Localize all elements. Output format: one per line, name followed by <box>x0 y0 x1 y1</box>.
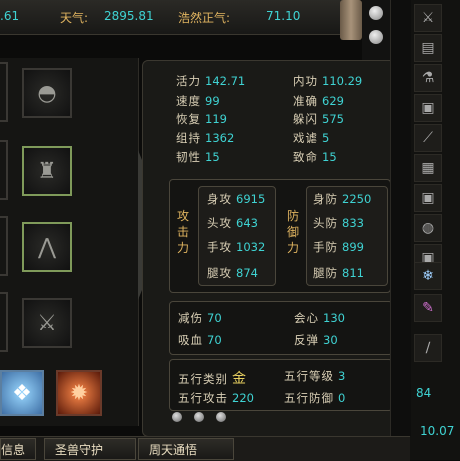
tab-holy-beast[interactable]: 圣兽守护 <box>44 438 136 460</box>
stat-row: 组持 1362 <box>176 131 235 145</box>
attack-row: 身攻 6915 <box>207 192 266 206</box>
inventory-item[interactable]: ▦ <box>414 154 442 182</box>
flame-icon: ✹ <box>69 380 89 406</box>
attack-row: 头攻 643 <box>207 216 258 230</box>
attack-row: 手攻 1032 <box>207 240 266 254</box>
staff-icon: ∕ <box>425 340 431 356</box>
stat-row: 速度 99 <box>176 94 220 108</box>
element-row: 五行攻击 220 <box>178 391 254 405</box>
right-value-2: 10.07 <box>420 424 455 438</box>
scroll-track[interactable] <box>390 0 411 436</box>
tab-zhoutian[interactable]: 周天通悟 <box>138 438 234 460</box>
pants-icon: ⋀ <box>37 234 57 260</box>
defense-subpanel: 身防 2250 头防 833 手防 899 腿防 811 <box>306 186 388 286</box>
tianqi-value: 2895.81 <box>104 9 154 23</box>
inventory-item[interactable]: ⟋ <box>414 124 442 152</box>
blade-icon: ⟋ <box>423 130 433 146</box>
stat-row: 致命 15 <box>293 150 337 164</box>
stat-row: 恢复 119 <box>176 112 227 126</box>
equip-slot-legs[interactable]: ⋀ <box>22 222 72 272</box>
equip-slot-head[interactable]: ◓ <box>22 68 72 118</box>
attack-defense-box: 攻击力 身攻 6915 头攻 643 手攻 1032 腿攻 874 防御力 身防 2250… <box>169 179 391 293</box>
page-dot-3[interactable] <box>216 412 226 422</box>
slot-edge <box>0 292 8 352</box>
misc-row: 反弹 30 <box>294 333 338 347</box>
page-dot-2[interactable] <box>194 412 204 422</box>
drum-icon: ◍ <box>421 220 435 236</box>
inventory-item[interactable]: ⚔ <box>414 4 442 32</box>
equip-slot-charm[interactable]: ✹ <box>56 370 102 416</box>
round-button-2[interactable] <box>369 30 383 44</box>
stat-row: 内功 110.29 <box>293 74 363 88</box>
hat-icon: ◓ <box>37 80 57 106</box>
equip-slot-body[interactable]: ♜ <box>22 146 72 196</box>
misc-row: 会心 130 <box>294 311 345 325</box>
box-icon: ▣ <box>421 100 435 116</box>
element-row: 五行防御 0 <box>284 391 346 405</box>
inventory-item[interactable]: ▣ <box>414 94 442 122</box>
feather-icon: ✎ <box>422 300 434 316</box>
weapon-icon: ⚔ <box>37 310 57 336</box>
defense-row: 手防 899 <box>313 240 364 254</box>
defense-title: 防御力 <box>286 209 299 255</box>
stat-row: 准确 629 <box>293 94 344 108</box>
haoran-value: 71.10 <box>266 9 301 23</box>
misc-stats-box: 减伤 70 会心 130 吸血 70 反弹 30 <box>169 301 393 355</box>
stat-row: 韧性 15 <box>176 150 220 164</box>
haoran-label: 浩然正气: <box>178 11 231 25</box>
weapon-icon: ⚔ <box>421 10 435 26</box>
stat-row: 活力 142.71 <box>176 74 246 88</box>
tab-info[interactable]: 信息 <box>0 438 37 460</box>
misc-row: 吸血 70 <box>178 333 222 347</box>
chest-icon: ▦ <box>421 160 435 176</box>
element-row: 五行类别金 <box>178 371 246 387</box>
box-icon: ▣ <box>421 190 435 206</box>
stat-row: 戏谑 5 <box>293 131 330 145</box>
equip-slot-weapon[interactable]: ⚔ <box>22 298 72 348</box>
tianqi-label: 天气: <box>60 11 89 25</box>
slot-edge <box>0 140 8 200</box>
equip-slot-gem[interactable]: ❖ <box>0 370 44 416</box>
inventory-item[interactable]: ✎ <box>414 294 442 322</box>
defense-row: 身防 2250 <box>313 192 372 206</box>
round-button-1[interactable] <box>369 6 383 20</box>
snowflake-icon: ❄ <box>422 268 434 284</box>
attack-subpanel: 身攻 6915 头攻 643 手攻 1032 腿攻 874 <box>198 186 276 286</box>
slot-edge <box>0 62 8 122</box>
attributes-panel: 活力 142.71 内功 110.29 速度 99 准确 629 恢复 119 躲闪 575… <box>142 60 400 437</box>
armor-icon: ♜ <box>37 158 57 184</box>
element-row: 五行等级 3 <box>284 369 346 383</box>
stat-row: 躲闪 575 <box>293 112 344 126</box>
side-buttons <box>362 0 390 60</box>
attack-title: 攻击力 <box>176 209 189 255</box>
inventory-item[interactable]: ∕ <box>414 334 442 362</box>
scroll-ornament <box>340 0 362 40</box>
five-elements-box: 五行类别金 五行等级 3 五行攻击 220 五行防御 0 <box>169 359 393 411</box>
partial-value: .61 <box>0 9 20 23</box>
top-status-bar: .61 天气: 2895.81 浩然正气: 71.10 <box>0 0 360 35</box>
page-dot-1[interactable] <box>172 412 182 422</box>
inventory-item[interactable]: ▤ <box>414 34 442 62</box>
inventory-item[interactable]: ▣ <box>414 184 442 212</box>
misc-row: 减伤 70 <box>178 311 222 325</box>
equipment-slots-column: ◓ ♜ ⋀ ⚔ ❖ ✹ <box>0 58 139 426</box>
crystal-icon: ❖ <box>12 380 32 406</box>
potion-icon: ⚗ <box>421 70 435 86</box>
slot-edge <box>0 216 8 276</box>
attack-row: 腿攻 874 <box>207 266 258 280</box>
inventory-item[interactable]: ❄ <box>414 262 442 290</box>
inventory-item[interactable]: ⚗ <box>414 64 442 92</box>
right-value-1: 84 <box>416 386 432 400</box>
scroll-icon: ▤ <box>421 40 435 56</box>
defense-row: 头防 833 <box>313 216 364 230</box>
inventory-item[interactable]: ◍ <box>414 214 442 242</box>
defense-row: 腿防 811 <box>313 266 364 280</box>
